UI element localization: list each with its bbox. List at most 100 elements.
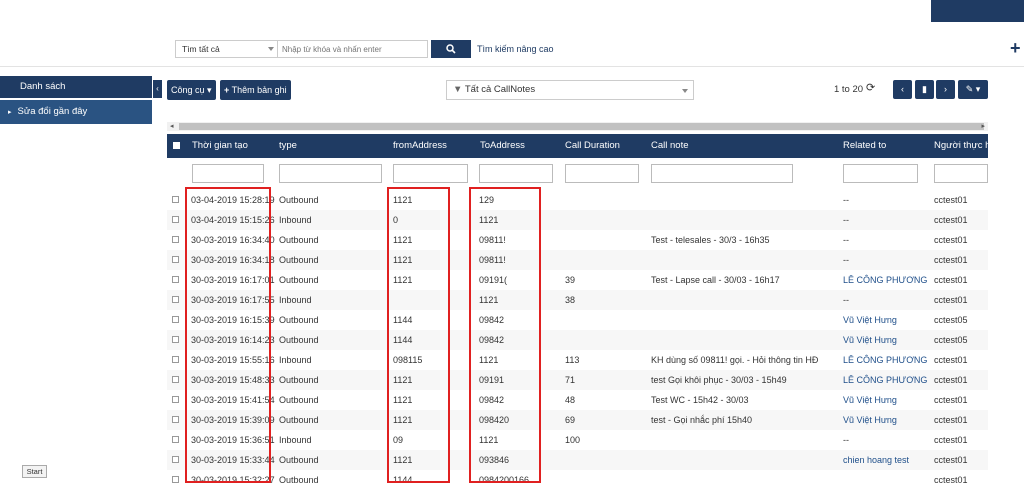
- row-checkbox[interactable]: [172, 456, 179, 463]
- cell-call-note: [651, 330, 837, 350]
- scroll-left-icon[interactable]: ◂: [170, 122, 174, 131]
- add-record-button[interactable]: + Thêm bản ghi: [220, 80, 291, 100]
- row-checkbox[interactable]: [172, 256, 179, 263]
- row-checkbox[interactable]: [172, 416, 179, 423]
- filter-input-call-note[interactable]: [651, 164, 793, 183]
- cell-call-note: [651, 290, 837, 310]
- row-checkbox[interactable]: [172, 236, 179, 243]
- cell-call-duration: 71: [565, 375, 576, 385]
- table-row[interactable]: 03-04-2019 15:28:19 Outbound 1121 129 -- ccte…: [167, 190, 988, 210]
- start-button[interactable]: Start: [22, 465, 47, 478]
- filter-input-from-address[interactable]: [393, 164, 468, 183]
- filter-input-type[interactable]: [279, 164, 382, 183]
- highlight-box-to-address: [469, 187, 541, 483]
- table-row[interactable]: 30-03-2019 16:17:01 Outbound 1121 09191(39 T…: [167, 270, 988, 290]
- table-row[interactable]: 30-03-2019 15:32:27 Outbound 1144 098420016…: [167, 470, 988, 483]
- filter-icon: ▼: [453, 84, 463, 95]
- scroll-right-icon[interactable]: ▸: [981, 122, 985, 131]
- cell-owner: cctest01: [934, 275, 968, 285]
- cell-related-to[interactable]: Vũ Việt Hưng: [843, 390, 929, 410]
- row-checkbox[interactable]: [172, 356, 179, 363]
- column-header-to-address[interactable]: ToAddress: [480, 134, 525, 158]
- select-all-checkbox[interactable]: [173, 142, 180, 149]
- settings-dropdown-button[interactable]: ✎ ▾: [958, 80, 988, 99]
- table-row[interactable]: 30-03-2019 16:15:39 Outbound 1144 09842 Vũ V…: [167, 310, 988, 330]
- cell-related-to[interactable]: LÊ CÔNG PHƯƠNG: [843, 350, 929, 370]
- cell-related-to[interactable]: LÊ CÔNG PHƯƠNG: [843, 370, 929, 390]
- horizontal-scrollbar[interactable]: ◂ ▸: [167, 122, 988, 131]
- row-checkbox[interactable]: [172, 476, 179, 483]
- table-row[interactable]: 30-03-2019 16:14:23 Outbound 1144 09842 Vũ V…: [167, 330, 988, 350]
- highlight-box-created-time: [185, 187, 271, 483]
- sidebar: Danh sách ▸ Sửa đổi gần đây: [0, 76, 152, 124]
- column-header-call-duration[interactable]: Call Duration: [565, 134, 620, 158]
- table-row[interactable]: 30-03-2019 16:34:40 Outbound 1121 09811! Tes…: [167, 230, 988, 250]
- table-row[interactable]: 30-03-2019 15:33:44 Outbound 1121 093846 chi…: [167, 450, 988, 470]
- cell-call-note: [651, 310, 837, 330]
- cell-call-duration: 100: [565, 435, 581, 445]
- sidebar-item-label: Danh sách: [20, 81, 66, 92]
- search-button[interactable]: [431, 40, 471, 58]
- scrollbar-thumb[interactable]: [179, 123, 984, 130]
- row-checkbox[interactable]: [172, 316, 179, 323]
- cell-owner: cctest01: [934, 195, 968, 205]
- cell-related-to[interactable]: chien hoang test: [843, 450, 929, 470]
- cell-call-duration: [565, 450, 635, 470]
- cell-related-to[interactable]: Vũ Việt Hưng: [843, 310, 929, 330]
- sidebar-item-list[interactable]: Danh sách: [0, 76, 152, 98]
- row-checkbox[interactable]: [172, 396, 179, 403]
- column-header-from-address[interactable]: fromAddress: [393, 134, 447, 158]
- next-page-button[interactable]: ›: [936, 80, 955, 99]
- table-row[interactable]: 30-03-2019 15:36:51 Inbound 09 1121 100 -- cct…: [167, 430, 988, 450]
- column-header-created-time[interactable]: Thời gian tạo: [192, 134, 248, 158]
- search-input[interactable]: [278, 40, 428, 58]
- caret-down-icon: ▾: [975, 84, 981, 94]
- cell-related-to[interactable]: LÊ CÔNG PHƯƠNG: [843, 270, 929, 290]
- row-checkbox[interactable]: [172, 436, 179, 443]
- column-header-call-note[interactable]: Call note: [651, 134, 689, 158]
- plus-icon[interactable]: +: [1010, 38, 1024, 58]
- row-checkbox[interactable]: [172, 216, 179, 223]
- cell-related-to[interactable]: Vũ Việt Hưng: [843, 410, 929, 430]
- table-row[interactable]: 30-03-2019 15:39:09 Outbound 1121 098420 69 t…: [167, 410, 988, 430]
- tools-dropdown-button[interactable]: Công cụ ▾: [167, 80, 216, 100]
- cell-related-to[interactable]: Vũ Việt Hưng: [843, 330, 929, 350]
- filter-input-created-time[interactable]: [192, 164, 264, 183]
- filter-input-to-address[interactable]: [479, 164, 553, 183]
- table-row[interactable]: 30-03-2019 15:48:33 Outbound 1121 09191 71 te…: [167, 370, 988, 390]
- caret-down-icon: ▾: [207, 85, 212, 95]
- cell-type: Outbound: [279, 275, 319, 285]
- row-checkbox[interactable]: [172, 196, 179, 203]
- table-row[interactable]: 30-03-2019 15:55:16 Inbound 098115 1121 113 K…: [167, 350, 988, 370]
- add-record-label: Thêm bản ghi: [231, 85, 287, 95]
- cell-owner: cctest01: [934, 255, 968, 265]
- row-checkbox[interactable]: [172, 336, 179, 343]
- cell-related-to: --: [843, 255, 849, 265]
- cell-owner: cctest01: [934, 455, 968, 465]
- row-checkbox[interactable]: [172, 276, 179, 283]
- filter-input-owner[interactable]: [934, 164, 988, 183]
- filter-select[interactable]: ▼ Tất cả CallNotes: [446, 80, 694, 100]
- prev-page-button[interactable]: ‹: [893, 80, 912, 99]
- search-scope-select[interactable]: Tìm tất cả: [175, 40, 278, 58]
- table-row[interactable]: 03-04-2019 15:15:26 Inbound 0 1121 -- cctest0…: [167, 210, 988, 230]
- sidebar-item-recent-changes[interactable]: ▸ Sửa đổi gần đây: [0, 100, 152, 124]
- collapse-sidebar-button[interactable]: ‹: [153, 80, 162, 98]
- search-bar: Tìm tất cả Tìm kiếm nâng cao: [175, 40, 554, 58]
- filter-input-call-duration[interactable]: [565, 164, 639, 183]
- cell-call-note: Test WC - 15h42 - 30/03: [651, 395, 749, 405]
- row-checkbox[interactable]: [172, 296, 179, 303]
- refresh-icon[interactable]: ⟳: [866, 81, 875, 94]
- row-checkbox[interactable]: [172, 376, 179, 383]
- filter-input-related-to[interactable]: [843, 164, 918, 183]
- column-header-related-to[interactable]: Related to: [843, 134, 886, 158]
- page-icon-button[interactable]: ▮: [915, 80, 934, 99]
- table-row[interactable]: 30-03-2019 16:34:18 Outbound 1121 09811! -- c…: [167, 250, 988, 270]
- column-header-type[interactable]: type: [279, 134, 297, 158]
- table-row[interactable]: 30-03-2019 15:41:54 Outbound 1121 09842 48 Te…: [167, 390, 988, 410]
- cell-call-note: [651, 210, 837, 230]
- column-header-owner[interactable]: Người thực hi: [934, 134, 988, 158]
- advanced-search-link[interactable]: Tìm kiếm nâng cao: [477, 44, 554, 54]
- cell-owner: cctest01: [934, 375, 968, 385]
- table-row[interactable]: 30-03-2019 16:17:55 Inbound 1121 38 -- cctest…: [167, 290, 988, 310]
